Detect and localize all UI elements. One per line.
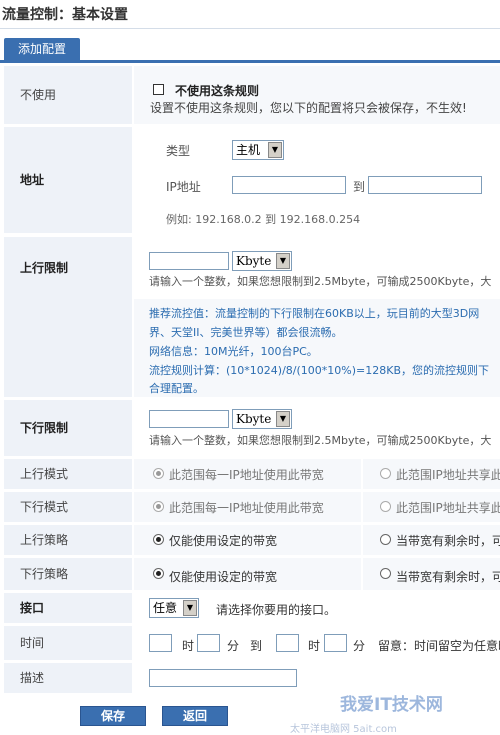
chevron-down-icon: ▼: [276, 411, 290, 427]
type-select-value: 主机: [236, 143, 261, 157]
up-mode-divider: [361, 459, 363, 489]
down-policy-label: 下行策略: [4, 558, 132, 590]
down-limit-hint: 请输入一个整数，如果您想限制到2.5Mbyte，可输成2500Kbyte，大: [149, 434, 492, 447]
up-limit-input[interactable]: [149, 252, 229, 270]
start-minute-unit: 分: [227, 639, 240, 653]
up-policy-divider: [361, 525, 363, 555]
ip-label: IP地址: [166, 180, 201, 194]
up-limit-hint: 请输入一个整数，如果您想限制到2.5Mbyte，可输成2500Kbyte，大: [149, 275, 492, 288]
recommend-label: [4, 299, 132, 397]
type-select[interactable]: 主机 ▼: [232, 140, 284, 160]
time-range-to: 到: [250, 639, 263, 653]
address-label: 地址: [4, 127, 132, 233]
start-hour-input[interactable]: [149, 634, 172, 652]
type-label: 类型: [166, 144, 191, 158]
interface-label: 接口: [4, 593, 132, 623]
ip-range-to: 到: [353, 180, 366, 194]
interface-select[interactable]: 任意 ▼: [149, 598, 199, 618]
desc-label: 描述: [4, 663, 132, 693]
down-limit-input[interactable]: [149, 410, 229, 428]
down-policy-borrow-radio[interactable]: [380, 568, 391, 579]
ip-end-input[interactable]: [368, 176, 482, 194]
up-policy-borrow-radio[interactable]: [380, 534, 391, 545]
time-label: 时间: [4, 626, 132, 660]
up-policy-fixed-radio[interactable]: [153, 534, 164, 545]
disable-label: 不使用: [4, 66, 132, 124]
up-mode-opt2-label: 此范围IP地址共享此: [396, 468, 500, 482]
up-mode-label: 上行模式: [4, 459, 132, 489]
up-limit-unit-value: Kbyte: [236, 254, 272, 268]
disable-note: 设置不使用这条规则，您以下的配置将只会被保存，不生效!: [150, 101, 467, 115]
description-input[interactable]: [149, 669, 297, 687]
end-minute-unit: 分: [353, 639, 366, 653]
recommend-line-2: 界、天堂II、完美世界等）都会很流畅。: [149, 326, 343, 339]
start-minute-input[interactable]: [197, 634, 220, 652]
recommend-line-5: 合理配置。: [149, 382, 204, 395]
down-policy-opt2-label: 当带宽有剩余时，可: [396, 570, 500, 584]
tab-add-config[interactable]: 添加配置: [4, 38, 80, 60]
chevron-down-icon: ▼: [276, 253, 290, 269]
recommend-line-1: 推荐流控值：流量控制的下行限制在60KB以上，玩目前的大型3D网: [149, 307, 480, 320]
down-policy-opt1-label: 仅能使用设定的带宽: [169, 570, 278, 584]
interface-select-value: 任意: [153, 601, 178, 615]
page-title: 流量控制：基本设置: [2, 7, 128, 23]
up-limit-label: 上行限制: [4, 237, 132, 299]
end-hour-input[interactable]: [276, 634, 299, 652]
tab-underline: [0, 60, 500, 63]
down-mode-opt1-label: 此范围每一IP地址使用此带宽: [169, 501, 324, 515]
up-mode-shared-radio[interactable]: [380, 468, 391, 479]
down-mode-per-ip-radio[interactable]: [153, 501, 164, 512]
down-mode-divider: [361, 492, 363, 522]
ip-example: 例如: 192.168.0.2 到 192.168.0.254: [166, 213, 361, 226]
up-policy-opt1-label: 仅能使用设定的带宽: [169, 534, 278, 548]
down-limit-label: 下行限制: [4, 400, 132, 456]
down-mode-shared-radio[interactable]: [380, 501, 391, 512]
down-limit-unit-value: Kbyte: [236, 412, 272, 426]
up-policy-opt2-label: 当带宽有剩余时，可: [396, 534, 500, 548]
down-mode-opt2-label: 此范围IP地址共享此: [396, 501, 500, 515]
up-limit-unit-select[interactable]: Kbyte ▼: [232, 251, 292, 271]
save-button[interactable]: 保存: [80, 706, 146, 726]
down-policy-divider: [361, 558, 363, 590]
chevron-down-icon: ▼: [183, 600, 197, 616]
watermark-logo-text: 我爱IT技术网: [340, 695, 443, 715]
disable-checkbox-label: 不使用这条规则: [175, 84, 260, 98]
interface-hint: 请选择你要用的接口。: [216, 603, 337, 617]
end-minute-input[interactable]: [324, 634, 347, 652]
ip-start-input[interactable]: [232, 176, 346, 194]
start-hour-unit: 时: [182, 639, 195, 653]
down-limit-unit-select[interactable]: Kbyte ▼: [232, 409, 292, 429]
recommend-line-3: 网络信息：10M光纤，100台PC。: [149, 345, 318, 358]
up-mode-per-ip-radio[interactable]: [153, 468, 164, 479]
recommend-line-4: 流控规则计算：(10*1024)/8/(100*10%)=128KB，您的流控规…: [149, 364, 489, 377]
disable-rule-checkbox[interactable]: [153, 84, 164, 95]
down-policy-fixed-radio[interactable]: [153, 568, 164, 579]
down-mode-label: 下行模式: [4, 492, 132, 522]
up-mode-opt1-label: 此范围每一IP地址使用此带宽: [169, 468, 324, 482]
up-policy-label: 上行策略: [4, 525, 132, 555]
title-divider: [0, 28, 500, 29]
back-button[interactable]: 返回: [162, 706, 228, 726]
watermark-site-text: 太平洋电脑网 5ait.com: [290, 724, 397, 735]
time-hint: 留意：时间留空为任意时: [378, 639, 500, 653]
end-hour-unit: 时: [308, 639, 321, 653]
chevron-down-icon: ▼: [268, 142, 282, 158]
